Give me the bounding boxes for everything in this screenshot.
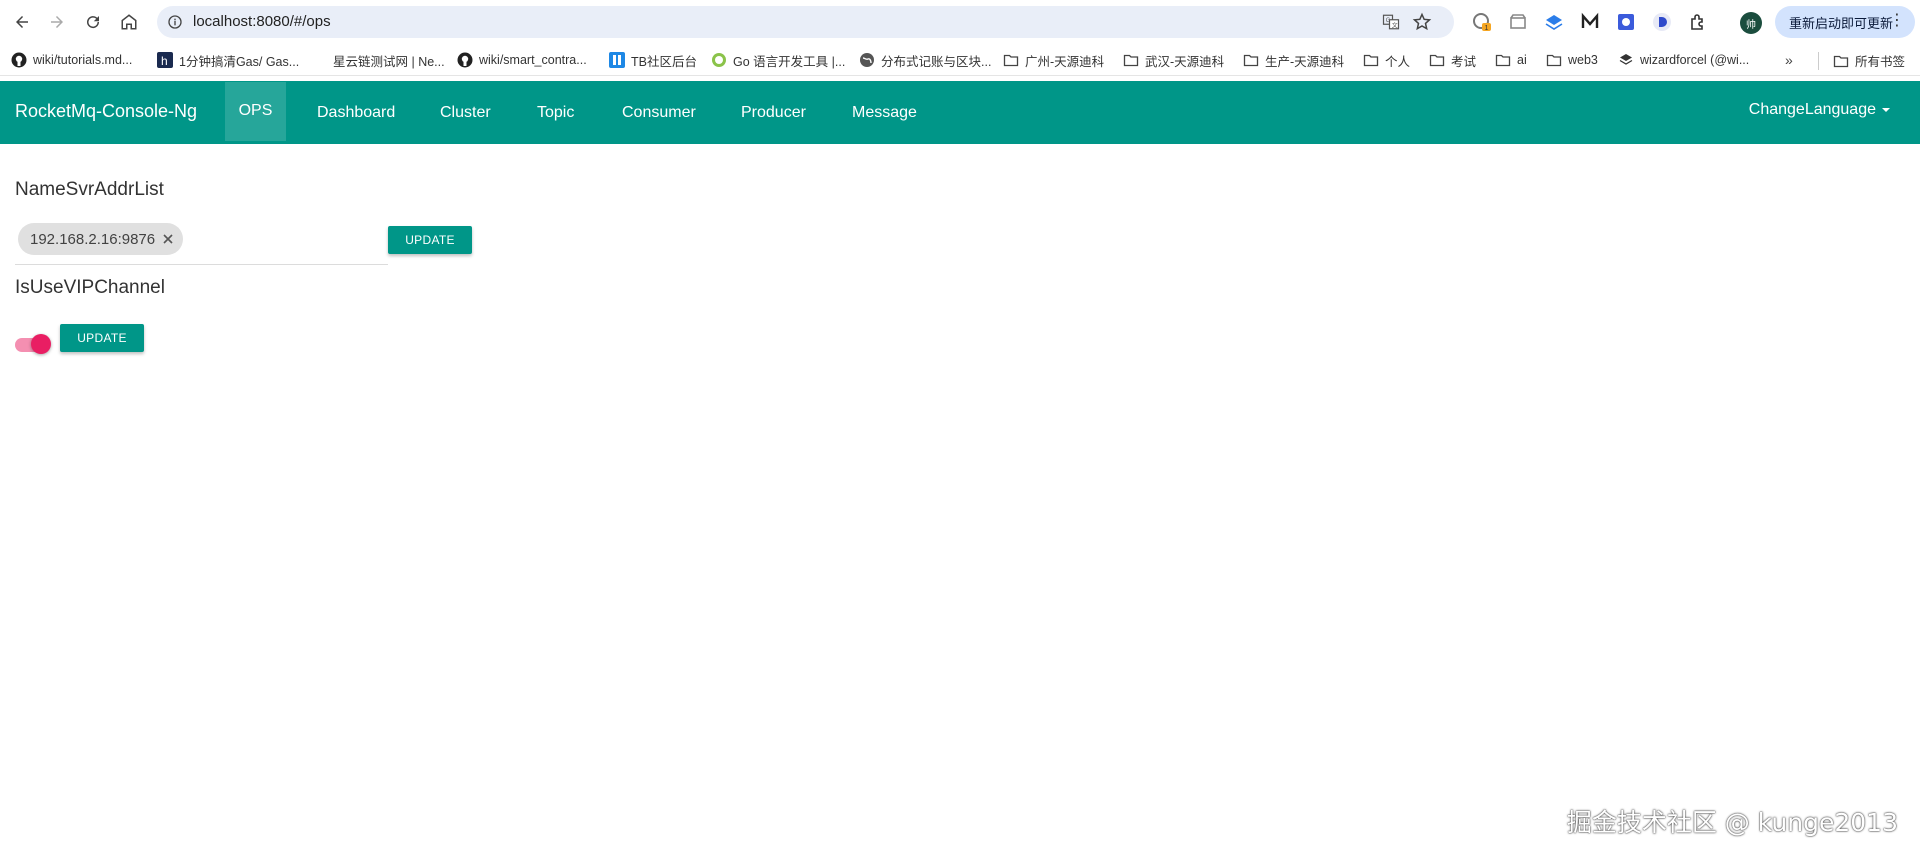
nav-tab-dashboard[interactable]: Dashboard (317, 81, 395, 144)
app-navbar: RocketMq-Console-Ng OPS Dashboard Cluste… (0, 81, 1920, 144)
bookmark-item[interactable]: wiki/tutorials.md... (11, 51, 132, 69)
url-text[interactable]: localhost:8080/#/ops (193, 13, 331, 30)
bookmark-folder[interactable]: web3 (1546, 51, 1598, 69)
bookmark-item[interactable]: 分布式记账与区块... (859, 51, 991, 69)
nav-tab-producer[interactable]: Producer (741, 81, 806, 144)
folder-icon (1833, 53, 1849, 69)
browser-toolbar: localhost:8080/#/ops G文 1 帅 重新启动即可更新 ⋮ (0, 0, 1920, 44)
more-menu-icon[interactable]: ⋮ (1889, 13, 1905, 29)
vip-channel-title: IsUseVIPChannel (15, 277, 165, 298)
svg-text:G: G (1386, 18, 1391, 24)
site-info-icon[interactable] (167, 14, 183, 30)
browser-update-label: 重新启动即可更新 (1789, 15, 1894, 31)
close-icon[interactable] (161, 232, 175, 246)
folder-icon (1003, 52, 1019, 68)
layers-icon (1618, 52, 1634, 68)
home-button[interactable] (114, 7, 144, 37)
extensions-puzzle-icon[interactable] (1688, 12, 1708, 32)
namesrv-chips-input[interactable]: 192.168.2.16:9876 (15, 221, 388, 265)
bookmark-item[interactable]: wizardforcel (@wi... (1618, 51, 1749, 69)
svg-text:1: 1 (1485, 25, 1489, 32)
bookmark-item[interactable]: Go 语言开发工具 |... (711, 51, 845, 69)
bookmark-folder[interactable]: ai (1495, 51, 1527, 69)
namesrv-title: NameSvrAddrList (15, 179, 164, 200)
back-button[interactable] (7, 7, 37, 37)
nav-tab-ops[interactable]: OPS (225, 82, 286, 141)
folder-icon (1495, 52, 1511, 68)
namesrv-chip[interactable]: 192.168.2.16:9876 (18, 223, 184, 255)
folder-icon (1243, 52, 1259, 68)
folder-icon (1546, 52, 1562, 68)
nav-tab-topic[interactable]: Topic (537, 81, 574, 144)
change-language-dropdown[interactable]: ChangeLanguage (1749, 101, 1890, 119)
folder-icon (1123, 52, 1139, 68)
toggle-thumb (31, 334, 51, 354)
github-icon (11, 52, 27, 68)
extension-layers-icon[interactable] (1544, 12, 1564, 32)
extension-ai-icon[interactable]: 1 (1472, 12, 1492, 32)
bookmarks-bar: wiki/tutorials.md... h 1分钟搞清Gas/ Gas... … (0, 44, 1920, 76)
address-bar[interactable]: localhost:8080/#/ops G文 (157, 6, 1454, 38)
go-icon (711, 52, 727, 68)
translate-icon[interactable]: G文 (1382, 13, 1400, 31)
nav-tab-cluster[interactable]: Cluster (440, 81, 491, 144)
more-bookmarks-button[interactable]: » (1785, 52, 1793, 68)
bookmarks-divider (1818, 52, 1819, 70)
extension-d-icon[interactable] (1652, 12, 1672, 32)
bookmark-folder[interactable]: 考试 (1429, 51, 1476, 69)
bookmark-item[interactable]: h 1分钟搞清Gas/ Gas... (157, 51, 299, 69)
extension-m-icon[interactable] (1580, 12, 1600, 32)
bookmark-folder[interactable]: 武汉-天源迪科 (1123, 51, 1224, 69)
bookmark-item[interactable]: 星云链测试网 | Ne... (311, 51, 445, 69)
change-language-label: ChangeLanguage (1748, 101, 1876, 118)
namesrv-chip-label: 192.168.2.16:9876 (30, 230, 156, 248)
github-icon (457, 52, 473, 68)
watermark-text: 掘金技术社区 @ kunge2013 (1566, 808, 1898, 837)
namesrv-update-button[interactable]: UPDATE (388, 226, 472, 254)
bookmark-item[interactable]: TB社区后台 (609, 51, 697, 69)
caret-down-icon (1882, 108, 1890, 112)
nav-tab-message[interactable]: Message (852, 81, 917, 144)
bookmark-item[interactable]: wiki/smart_contra... (457, 51, 587, 69)
nav-tab-consumer[interactable]: Consumer (622, 81, 696, 144)
bookmark-star-icon[interactable] (1412, 12, 1432, 32)
browser-update-button[interactable]: 重新启动即可更新 ⋮ (1775, 6, 1915, 38)
svg-text:h: h (161, 54, 168, 68)
all-bookmarks-button[interactable]: 所有书签 (1833, 51, 1905, 70)
h-site-icon: h (157, 52, 173, 68)
profile-avatar[interactable]: 帅 (1740, 12, 1762, 34)
folder-icon (1363, 52, 1379, 68)
reload-button[interactable] (78, 7, 108, 37)
bookmark-folder[interactable]: 生产-天源迪科 (1243, 51, 1344, 69)
extension-store-icon[interactable] (1508, 12, 1528, 32)
folder-icon (1429, 52, 1445, 68)
home-icon (121, 14, 137, 30)
blank-icon (311, 52, 327, 68)
back-arrow-icon (16, 16, 28, 28)
bookmark-folder[interactable]: 个人 (1363, 51, 1410, 69)
bookmark-folder[interactable]: 广州-天源迪科 (1003, 51, 1104, 69)
brand-title[interactable]: RocketMq-Console-Ng (15, 101, 197, 122)
reload-icon (87, 16, 100, 29)
extension-puzzle-blue-icon[interactable] (1616, 12, 1636, 32)
globe-icon (859, 52, 875, 68)
tb-icon (609, 52, 625, 68)
forward-button[interactable] (42, 7, 72, 37)
vip-channel-toggle[interactable] (15, 334, 51, 356)
vip-update-button[interactable]: UPDATE (60, 324, 144, 352)
forward-arrow-icon (51, 16, 63, 28)
